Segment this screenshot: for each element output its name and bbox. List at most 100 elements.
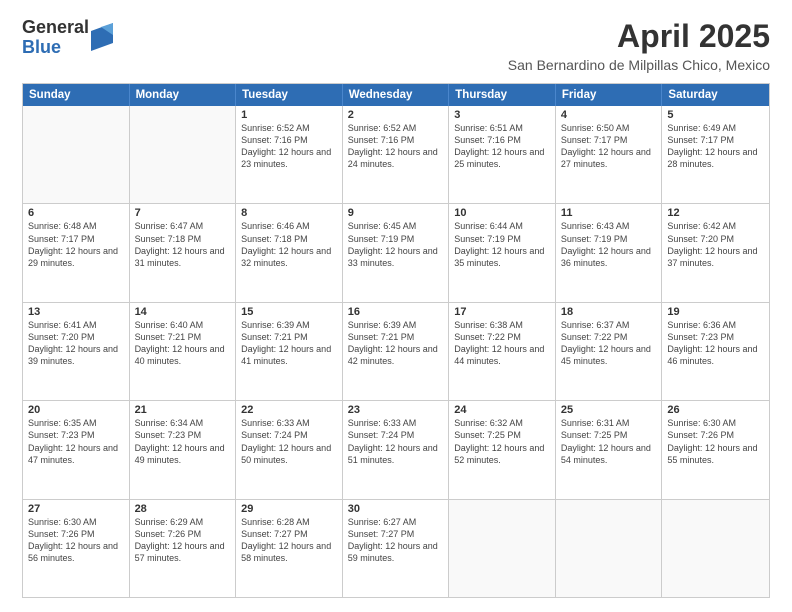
calendar-week: 13Sunrise: 6:41 AM Sunset: 7:20 PM Dayli… — [23, 302, 769, 400]
day-info: Sunrise: 6:48 AM Sunset: 7:17 PM Dayligh… — [28, 220, 124, 269]
logo-icon — [91, 23, 113, 51]
day-info: Sunrise: 6:27 AM Sunset: 7:27 PM Dayligh… — [348, 516, 444, 565]
calendar-cell: 17Sunrise: 6:38 AM Sunset: 7:22 PM Dayli… — [449, 303, 556, 400]
day-info: Sunrise: 6:34 AM Sunset: 7:23 PM Dayligh… — [135, 417, 231, 466]
day-info: Sunrise: 6:52 AM Sunset: 7:16 PM Dayligh… — [241, 122, 337, 171]
calendar-cell: 22Sunrise: 6:33 AM Sunset: 7:24 PM Dayli… — [236, 401, 343, 498]
logo-general: General — [22, 18, 89, 38]
calendar-cell: 19Sunrise: 6:36 AM Sunset: 7:23 PM Dayli… — [662, 303, 769, 400]
day-info: Sunrise: 6:33 AM Sunset: 7:24 PM Dayligh… — [348, 417, 444, 466]
calendar-header-cell: Monday — [130, 84, 237, 106]
day-info: Sunrise: 6:39 AM Sunset: 7:21 PM Dayligh… — [241, 319, 337, 368]
calendar-cell: 24Sunrise: 6:32 AM Sunset: 7:25 PM Dayli… — [449, 401, 556, 498]
day-info: Sunrise: 6:30 AM Sunset: 7:26 PM Dayligh… — [667, 417, 764, 466]
calendar-cell: 12Sunrise: 6:42 AM Sunset: 7:20 PM Dayli… — [662, 204, 769, 301]
day-info: Sunrise: 6:30 AM Sunset: 7:26 PM Dayligh… — [28, 516, 124, 565]
calendar-cell: 14Sunrise: 6:40 AM Sunset: 7:21 PM Dayli… — [130, 303, 237, 400]
page: General Blue April 2025 San Bernardino d… — [0, 0, 792, 612]
calendar-cell: 10Sunrise: 6:44 AM Sunset: 7:19 PM Dayli… — [449, 204, 556, 301]
calendar-week: 27Sunrise: 6:30 AM Sunset: 7:26 PM Dayli… — [23, 499, 769, 597]
day-number: 4 — [561, 109, 657, 121]
calendar: SundayMondayTuesdayWednesdayThursdayFrid… — [22, 83, 770, 598]
logo-blue: Blue — [22, 38, 89, 58]
calendar-cell: 25Sunrise: 6:31 AM Sunset: 7:25 PM Dayli… — [556, 401, 663, 498]
calendar-cell: 9Sunrise: 6:45 AM Sunset: 7:19 PM Daylig… — [343, 204, 450, 301]
day-number: 18 — [561, 306, 657, 318]
calendar-cell: 16Sunrise: 6:39 AM Sunset: 7:21 PM Dayli… — [343, 303, 450, 400]
calendar-cell — [662, 500, 769, 597]
day-number: 20 — [28, 404, 124, 416]
day-number: 12 — [667, 207, 764, 219]
calendar-cell: 30Sunrise: 6:27 AM Sunset: 7:27 PM Dayli… — [343, 500, 450, 597]
calendar-cell: 11Sunrise: 6:43 AM Sunset: 7:19 PM Dayli… — [556, 204, 663, 301]
calendar-cell: 5Sunrise: 6:49 AM Sunset: 7:17 PM Daylig… — [662, 106, 769, 203]
calendar-header-cell: Saturday — [662, 84, 769, 106]
day-number: 25 — [561, 404, 657, 416]
calendar-header-cell: Thursday — [449, 84, 556, 106]
calendar-cell — [556, 500, 663, 597]
day-number: 9 — [348, 207, 444, 219]
day-info: Sunrise: 6:51 AM Sunset: 7:16 PM Dayligh… — [454, 122, 550, 171]
calendar-week: 20Sunrise: 6:35 AM Sunset: 7:23 PM Dayli… — [23, 400, 769, 498]
calendar-cell: 2Sunrise: 6:52 AM Sunset: 7:16 PM Daylig… — [343, 106, 450, 203]
day-info: Sunrise: 6:35 AM Sunset: 7:23 PM Dayligh… — [28, 417, 124, 466]
day-info: Sunrise: 6:45 AM Sunset: 7:19 PM Dayligh… — [348, 220, 444, 269]
day-number: 13 — [28, 306, 124, 318]
day-info: Sunrise: 6:31 AM Sunset: 7:25 PM Dayligh… — [561, 417, 657, 466]
day-info: Sunrise: 6:41 AM Sunset: 7:20 PM Dayligh… — [28, 319, 124, 368]
day-info: Sunrise: 6:40 AM Sunset: 7:21 PM Dayligh… — [135, 319, 231, 368]
day-number: 24 — [454, 404, 550, 416]
calendar-header-cell: Sunday — [23, 84, 130, 106]
calendar-cell: 7Sunrise: 6:47 AM Sunset: 7:18 PM Daylig… — [130, 204, 237, 301]
day-number: 8 — [241, 207, 337, 219]
calendar-cell: 27Sunrise: 6:30 AM Sunset: 7:26 PM Dayli… — [23, 500, 130, 597]
day-number: 23 — [348, 404, 444, 416]
calendar-cell: 1Sunrise: 6:52 AM Sunset: 7:16 PM Daylig… — [236, 106, 343, 203]
day-number: 5 — [667, 109, 764, 121]
calendar-cell: 15Sunrise: 6:39 AM Sunset: 7:21 PM Dayli… — [236, 303, 343, 400]
calendar-cell: 8Sunrise: 6:46 AM Sunset: 7:18 PM Daylig… — [236, 204, 343, 301]
day-number: 11 — [561, 207, 657, 219]
calendar-week: 1Sunrise: 6:52 AM Sunset: 7:16 PM Daylig… — [23, 106, 769, 203]
calendar-cell: 28Sunrise: 6:29 AM Sunset: 7:26 PM Dayli… — [130, 500, 237, 597]
day-info: Sunrise: 6:50 AM Sunset: 7:17 PM Dayligh… — [561, 122, 657, 171]
calendar-cell — [23, 106, 130, 203]
calendar-cell: 4Sunrise: 6:50 AM Sunset: 7:17 PM Daylig… — [556, 106, 663, 203]
day-number: 17 — [454, 306, 550, 318]
calendar-cell: 23Sunrise: 6:33 AM Sunset: 7:24 PM Dayli… — [343, 401, 450, 498]
calendar-cell: 6Sunrise: 6:48 AM Sunset: 7:17 PM Daylig… — [23, 204, 130, 301]
calendar-cell: 13Sunrise: 6:41 AM Sunset: 7:20 PM Dayli… — [23, 303, 130, 400]
day-number: 10 — [454, 207, 550, 219]
calendar-cell: 20Sunrise: 6:35 AM Sunset: 7:23 PM Dayli… — [23, 401, 130, 498]
day-number: 22 — [241, 404, 337, 416]
logo-text: General Blue — [22, 18, 89, 58]
calendar-cell: 29Sunrise: 6:28 AM Sunset: 7:27 PM Dayli… — [236, 500, 343, 597]
day-number: 29 — [241, 503, 337, 515]
day-info: Sunrise: 6:37 AM Sunset: 7:22 PM Dayligh… — [561, 319, 657, 368]
calendar-header-cell: Friday — [556, 84, 663, 106]
calendar-cell: 18Sunrise: 6:37 AM Sunset: 7:22 PM Dayli… — [556, 303, 663, 400]
day-info: Sunrise: 6:42 AM Sunset: 7:20 PM Dayligh… — [667, 220, 764, 269]
day-number: 21 — [135, 404, 231, 416]
calendar-cell: 21Sunrise: 6:34 AM Sunset: 7:23 PM Dayli… — [130, 401, 237, 498]
day-number: 15 — [241, 306, 337, 318]
calendar-header-row: SundayMondayTuesdayWednesdayThursdayFrid… — [23, 84, 769, 106]
calendar-subtitle: San Bernardino de Milpillas Chico, Mexic… — [508, 57, 770, 73]
day-info: Sunrise: 6:38 AM Sunset: 7:22 PM Dayligh… — [454, 319, 550, 368]
day-number: 2 — [348, 109, 444, 121]
calendar-body: 1Sunrise: 6:52 AM Sunset: 7:16 PM Daylig… — [23, 106, 769, 597]
day-number: 19 — [667, 306, 764, 318]
day-number: 30 — [348, 503, 444, 515]
day-info: Sunrise: 6:43 AM Sunset: 7:19 PM Dayligh… — [561, 220, 657, 269]
day-number: 3 — [454, 109, 550, 121]
calendar-cell: 26Sunrise: 6:30 AM Sunset: 7:26 PM Dayli… — [662, 401, 769, 498]
day-number: 6 — [28, 207, 124, 219]
day-number: 28 — [135, 503, 231, 515]
header: General Blue April 2025 San Bernardino d… — [22, 18, 770, 73]
day-info: Sunrise: 6:47 AM Sunset: 7:18 PM Dayligh… — [135, 220, 231, 269]
day-info: Sunrise: 6:52 AM Sunset: 7:16 PM Dayligh… — [348, 122, 444, 171]
day-info: Sunrise: 6:49 AM Sunset: 7:17 PM Dayligh… — [667, 122, 764, 171]
day-number: 7 — [135, 207, 231, 219]
day-info: Sunrise: 6:39 AM Sunset: 7:21 PM Dayligh… — [348, 319, 444, 368]
day-info: Sunrise: 6:28 AM Sunset: 7:27 PM Dayligh… — [241, 516, 337, 565]
